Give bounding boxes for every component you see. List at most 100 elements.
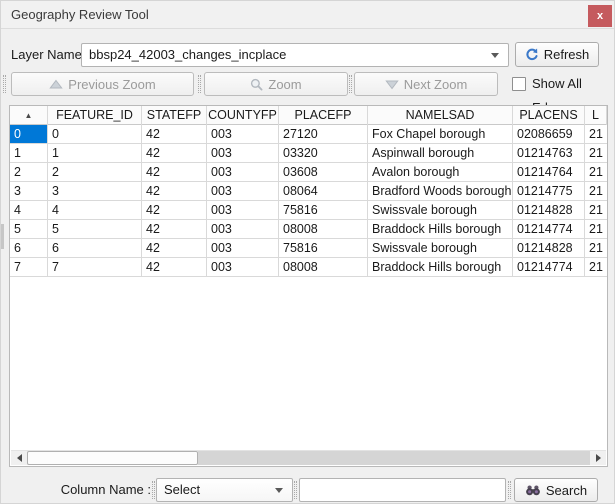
table-cell[interactable]: 27120 xyxy=(279,125,368,144)
table-cell[interactable]: 01214774 xyxy=(513,220,585,239)
next-zoom-button[interactable]: Next Zoom xyxy=(354,72,498,96)
table-cell[interactable]: 03608 xyxy=(279,163,368,182)
row-header[interactable]: 4 xyxy=(10,201,48,220)
table-cell[interactable]: Fox Chapel borough xyxy=(368,125,513,144)
row-header[interactable]: 3 xyxy=(10,182,48,201)
table-cell[interactable]: 2 xyxy=(48,163,142,182)
column-header-PLACENS[interactable]: PLACENS xyxy=(513,106,585,125)
column-header-FEATURE_ID[interactable]: FEATURE_ID xyxy=(48,106,142,125)
corner-header[interactable]: ▲ xyxy=(10,106,48,125)
table-cell[interactable]: 08064 xyxy=(279,182,368,201)
table-cell[interactable]: 003 xyxy=(207,220,279,239)
table-cell[interactable]: 01214775 xyxy=(513,182,585,201)
layout-handle xyxy=(349,75,352,93)
table-cell[interactable]: 1 xyxy=(48,144,142,163)
table-cell[interactable]: 21 xyxy=(585,125,607,144)
table-cell[interactable]: 42 xyxy=(142,182,207,201)
previous-zoom-button[interactable]: Previous Zoom xyxy=(11,72,194,96)
table-cell[interactable]: Aspinwall borough xyxy=(368,144,513,163)
table-cell[interactable]: 42 xyxy=(142,125,207,144)
table-cell[interactable]: 21 xyxy=(585,220,607,239)
row-header[interactable]: 6 xyxy=(10,239,48,258)
scrollbar-track[interactable] xyxy=(198,451,590,465)
horizontal-scrollbar[interactable] xyxy=(11,450,606,465)
table-cell[interactable]: 42 xyxy=(142,163,207,182)
table-row: 334200308064Bradford Woods borough012147… xyxy=(10,182,607,201)
table-cell[interactable]: 75816 xyxy=(279,201,368,220)
table-cell[interactable]: 21 xyxy=(585,182,607,201)
table-cell[interactable]: 01214764 xyxy=(513,163,585,182)
table-cell[interactable]: 42 xyxy=(142,220,207,239)
table-cell[interactable]: Braddock Hills borough xyxy=(368,258,513,277)
table-cell[interactable]: 21 xyxy=(585,239,607,258)
table-cell[interactable]: Swissvale borough xyxy=(368,201,513,220)
table-cell[interactable]: 7 xyxy=(48,258,142,277)
table-cell[interactable]: 42 xyxy=(142,201,207,220)
binoculars-icon xyxy=(525,484,541,496)
column-name-label: Column Name : xyxy=(56,478,151,502)
table-cell[interactable]: 08008 xyxy=(279,220,368,239)
row-header[interactable]: 2 xyxy=(10,163,48,182)
table-cell[interactable]: Braddock Hills borough xyxy=(368,220,513,239)
table-cell[interactable]: 4 xyxy=(48,201,142,220)
table-cell[interactable]: 21 xyxy=(585,201,607,220)
table-row: 774200308008Braddock Hills borough012147… xyxy=(10,258,607,277)
table-cell[interactable]: 6 xyxy=(48,239,142,258)
panel-edge-grip[interactable] xyxy=(1,224,4,249)
column-header-STATEFP[interactable]: STATEFP xyxy=(142,106,207,125)
table-cell[interactable]: 003 xyxy=(207,201,279,220)
table-cell[interactable]: 01214774 xyxy=(513,258,585,277)
table-cell[interactable]: 03320 xyxy=(279,144,368,163)
table-cell[interactable]: 01214763 xyxy=(513,144,585,163)
column-header-L[interactable]: L xyxy=(585,106,607,125)
close-button[interactable]: x xyxy=(588,5,612,27)
column-header-PLACEFP[interactable]: PLACEFP xyxy=(279,106,368,125)
table-cell[interactable]: 003 xyxy=(207,163,279,182)
table-cell[interactable]: 42 xyxy=(142,239,207,258)
layer-name-combobox[interactable]: bbsp24_42003_changes_incplace xyxy=(81,43,509,67)
zoom-next-icon xyxy=(385,79,399,90)
scroll-left-button[interactable] xyxy=(11,451,27,465)
table-cell[interactable]: 75816 xyxy=(279,239,368,258)
table-cell[interactable]: 21 xyxy=(585,258,607,277)
layer-name-value: bbsp24_42003_changes_incplace xyxy=(89,47,286,62)
previous-zoom-label: Previous Zoom xyxy=(68,77,155,92)
window-title: Geography Review Tool xyxy=(11,1,149,29)
column-name-combobox[interactable]: Select xyxy=(156,478,293,502)
row-header[interactable]: 0 xyxy=(10,125,48,144)
layer-name-label: Layer Name : xyxy=(11,43,89,67)
table-cell[interactable]: 003 xyxy=(207,258,279,277)
row-header[interactable]: 7 xyxy=(10,258,48,277)
zoom-button[interactable]: Zoom xyxy=(204,72,348,96)
scrollbar-thumb[interactable] xyxy=(27,451,198,465)
table-cell[interactable]: 01214828 xyxy=(513,239,585,258)
table-cell[interactable]: 003 xyxy=(207,182,279,201)
table-cell[interactable]: 5 xyxy=(48,220,142,239)
table-cell[interactable]: 0 xyxy=(48,125,142,144)
zoom-previous-icon xyxy=(49,79,63,90)
row-header[interactable]: 1 xyxy=(10,144,48,163)
table-cell[interactable]: 01214828 xyxy=(513,201,585,220)
scroll-right-button[interactable] xyxy=(590,451,606,465)
search-button[interactable]: Search xyxy=(514,478,598,502)
table-cell[interactable]: 003 xyxy=(207,125,279,144)
column-header-NAMELSAD[interactable]: NAMELSAD xyxy=(368,106,513,125)
search-input[interactable] xyxy=(299,478,506,502)
column-header-COUNTYFP[interactable]: COUNTYFP xyxy=(207,106,279,125)
table-cell[interactable]: Swissvale borough xyxy=(368,239,513,258)
table-cell[interactable]: 42 xyxy=(142,144,207,163)
table-cell[interactable]: 003 xyxy=(207,239,279,258)
table-cell[interactable]: 08008 xyxy=(279,258,368,277)
row-header[interactable]: 5 xyxy=(10,220,48,239)
table-cell[interactable]: 42 xyxy=(142,258,207,277)
table-cell[interactable]: 02086659 xyxy=(513,125,585,144)
refresh-button[interactable]: Refresh xyxy=(515,42,599,67)
table-cell[interactable]: 3 xyxy=(48,182,142,201)
layout-handle xyxy=(508,481,511,499)
table-cell[interactable]: Avalon borough xyxy=(368,163,513,182)
table-cell[interactable]: 21 xyxy=(585,163,607,182)
table-cell[interactable]: Bradford Woods borough xyxy=(368,182,513,201)
show-all-edges-checkbox[interactable] xyxy=(512,77,526,91)
table-cell[interactable]: 003 xyxy=(207,144,279,163)
table-cell[interactable]: 21 xyxy=(585,144,607,163)
